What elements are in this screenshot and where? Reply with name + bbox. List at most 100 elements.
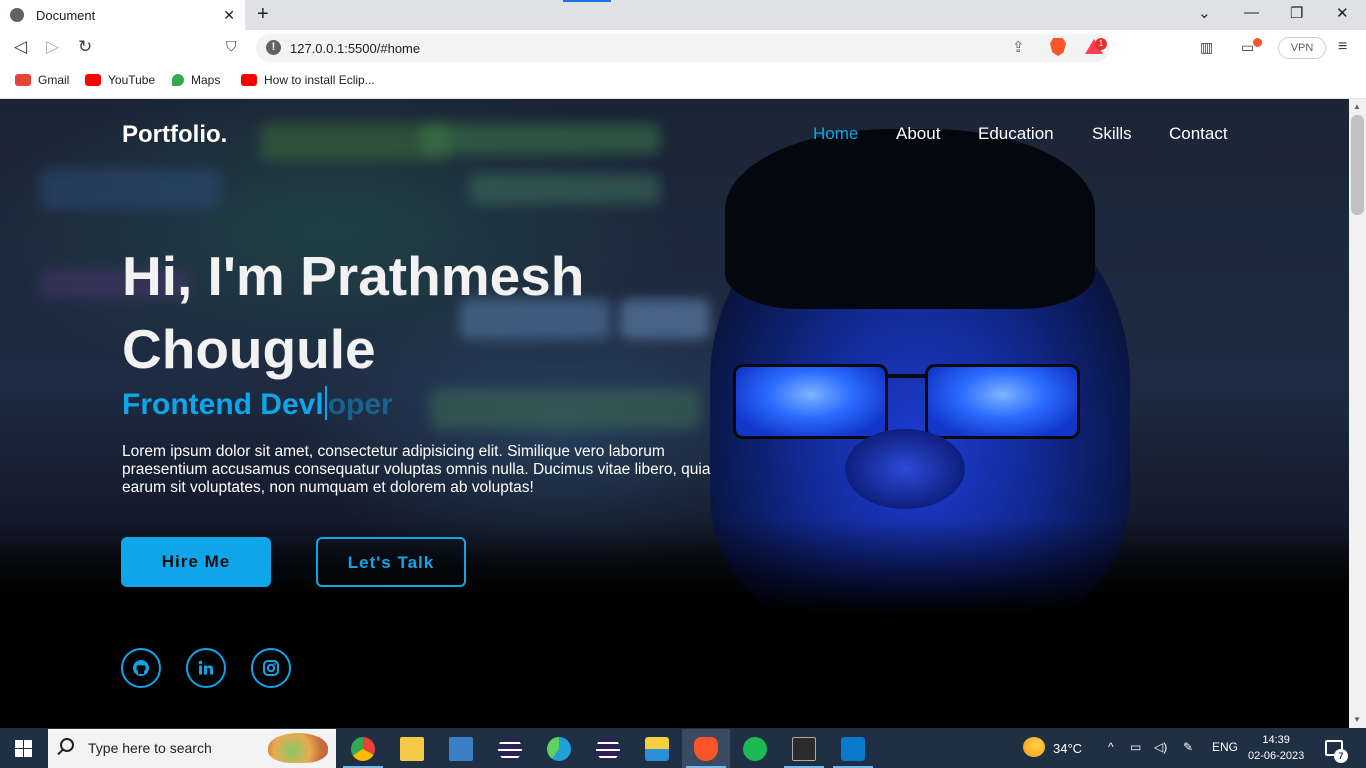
nav-skills[interactable]: Skills [1092, 124, 1132, 144]
tab-search-icon[interactable]: ⌄ [1198, 4, 1211, 22]
typed-text: Frontend Devl [122, 388, 324, 421]
forward-button[interactable]: ▷ [46, 37, 59, 57]
bookmark-eclipse-video[interactable]: How to install Eclip... [241, 73, 375, 87]
taskbar-app-spotify[interactable] [731, 729, 779, 768]
linkedin-link[interactable] [186, 648, 226, 688]
spotify-icon [743, 737, 767, 761]
taskbar-app-terminal[interactable] [780, 729, 828, 768]
lets-talk-button[interactable]: Let's Talk [316, 537, 466, 587]
brave-icon [694, 737, 718, 761]
restore-button[interactable]: ❐ [1290, 4, 1303, 22]
hero-subtitle: Frontend Devl oper [122, 386, 393, 422]
nav-about[interactable]: About [896, 124, 940, 144]
share-icon[interactable]: ⇪ [1012, 38, 1025, 56]
youtube-icon [85, 74, 101, 86]
taskbar-app-installer[interactable] [633, 729, 681, 768]
globe-icon [10, 8, 24, 22]
site-logo[interactable]: Portfolio. [122, 121, 227, 149]
sql-tool-icon [449, 737, 473, 761]
hero-image-glasses-bridge [888, 374, 926, 378]
minimize-button[interactable]: — [1244, 4, 1259, 21]
bookmark-youtube[interactable]: YouTube [85, 73, 155, 87]
taskbar-app-eclipse-ee[interactable] [584, 729, 632, 768]
bookmark-label: Maps [191, 73, 221, 87]
file-explorer-icon [400, 737, 424, 761]
linkedin-icon [198, 660, 213, 675]
hero-image-glasses [925, 364, 1080, 439]
installer-icon [645, 737, 669, 761]
weather-icon[interactable] [1023, 737, 1045, 757]
close-window-button[interactable]: ✕ [1336, 4, 1349, 22]
eclipse-icon [498, 737, 522, 761]
taskbar-search-placeholder[interactable]: Type here to search [88, 740, 212, 756]
nav-education[interactable]: Education [978, 124, 1054, 144]
hero-title: Hi, I'm Prathmesh Chougule [122, 245, 585, 380]
clock-date: 02-06-2023 [1248, 750, 1305, 762]
vscode-icon [841, 737, 865, 761]
new-tab-button[interactable]: + [257, 3, 269, 26]
taskbar-app-vscode[interactable] [829, 729, 877, 768]
pen-icon[interactable]: ✎ [1183, 740, 1193, 754]
github-link[interactable] [121, 648, 161, 688]
taskbar-app-chrome[interactable] [339, 729, 387, 768]
rewards-badge: 1 [1095, 38, 1107, 50]
network-icon[interactable]: ▭ [1130, 740, 1141, 754]
taskbar-app-eclipse[interactable] [486, 729, 534, 768]
hire-me-button[interactable]: Hire Me [121, 537, 271, 587]
hero-image-hair [725, 129, 1095, 309]
reload-button[interactable]: ↻ [78, 37, 92, 57]
bookmark-label: Gmail [38, 73, 70, 87]
system-clock[interactable]: 14:39 02-06-2023 [1248, 732, 1304, 764]
site-info-icon[interactable]: ! [266, 40, 281, 55]
weather-temperature[interactable]: 34°C [1053, 741, 1082, 756]
vpn-button[interactable]: VPN [1278, 37, 1326, 59]
background-blur [430, 389, 700, 429]
terminal-icon [792, 737, 816, 761]
taskbar-app-sql-tool[interactable] [437, 729, 485, 768]
language-indicator[interactable]: ENG [1212, 740, 1238, 754]
hero-image-nose [845, 429, 965, 509]
scrollbar-thumb[interactable] [1351, 115, 1364, 215]
browser-tab[interactable]: Document ✕ [0, 0, 245, 30]
background-blur [40, 169, 220, 209]
instagram-link[interactable] [251, 648, 291, 688]
nav-home[interactable]: Home [813, 124, 858, 144]
typed-text-pending: oper [327, 388, 393, 421]
typing-caret [324, 386, 327, 420]
tray-overflow-icon[interactable]: ^ [1108, 740, 1114, 754]
scroll-down-arrow[interactable]: ▼ [1353, 715, 1361, 724]
tab-title: Document [36, 7, 96, 23]
youtube-icon [241, 74, 257, 86]
instagram-icon [263, 660, 279, 676]
eclipse-ee-icon [596, 737, 620, 761]
github-icon [133, 660, 149, 676]
wallet-notification-dot [1253, 38, 1262, 47]
tab-accent [563, 0, 611, 2]
edge-icon [547, 737, 571, 761]
menu-icon[interactable]: ≡ [1338, 38, 1347, 56]
bookmark-icon[interactable]: ⛉ [226, 38, 237, 55]
chrome-icon [351, 737, 375, 761]
bookmark-label: YouTube [108, 73, 156, 87]
background-blur [420, 124, 660, 154]
volume-icon[interactable]: ◁) [1154, 740, 1167, 754]
background-blur [470, 174, 660, 204]
back-button[interactable]: ◁ [14, 37, 27, 57]
address-url[interactable]: 127.0.0.1:5500/#home [290, 41, 420, 56]
bookmark-gmail[interactable]: Gmail [15, 73, 69, 87]
clock-time: 14:39 [1262, 734, 1290, 746]
hero-image-glasses [733, 364, 888, 439]
taskbar-app-file-explorer[interactable] [388, 729, 436, 768]
search-highlight-art [268, 733, 328, 763]
nav-contact[interactable]: Contact [1169, 124, 1228, 144]
taskbar-app-edge[interactable] [535, 729, 583, 768]
scroll-up-arrow[interactable]: ▲ [1353, 102, 1361, 111]
notification-badge: 7 [1334, 749, 1348, 763]
bookmark-maps[interactable]: Maps [172, 73, 220, 87]
taskbar-app-brave[interactable] [682, 729, 730, 768]
gmail-icon [15, 74, 31, 86]
tab-close-icon[interactable]: ✕ [223, 7, 235, 24]
sidebar-toggle-icon[interactable]: ▥ [1200, 39, 1213, 56]
bookmark-label: How to install Eclip... [264, 73, 375, 87]
windows-start-icon[interactable] [15, 740, 32, 757]
